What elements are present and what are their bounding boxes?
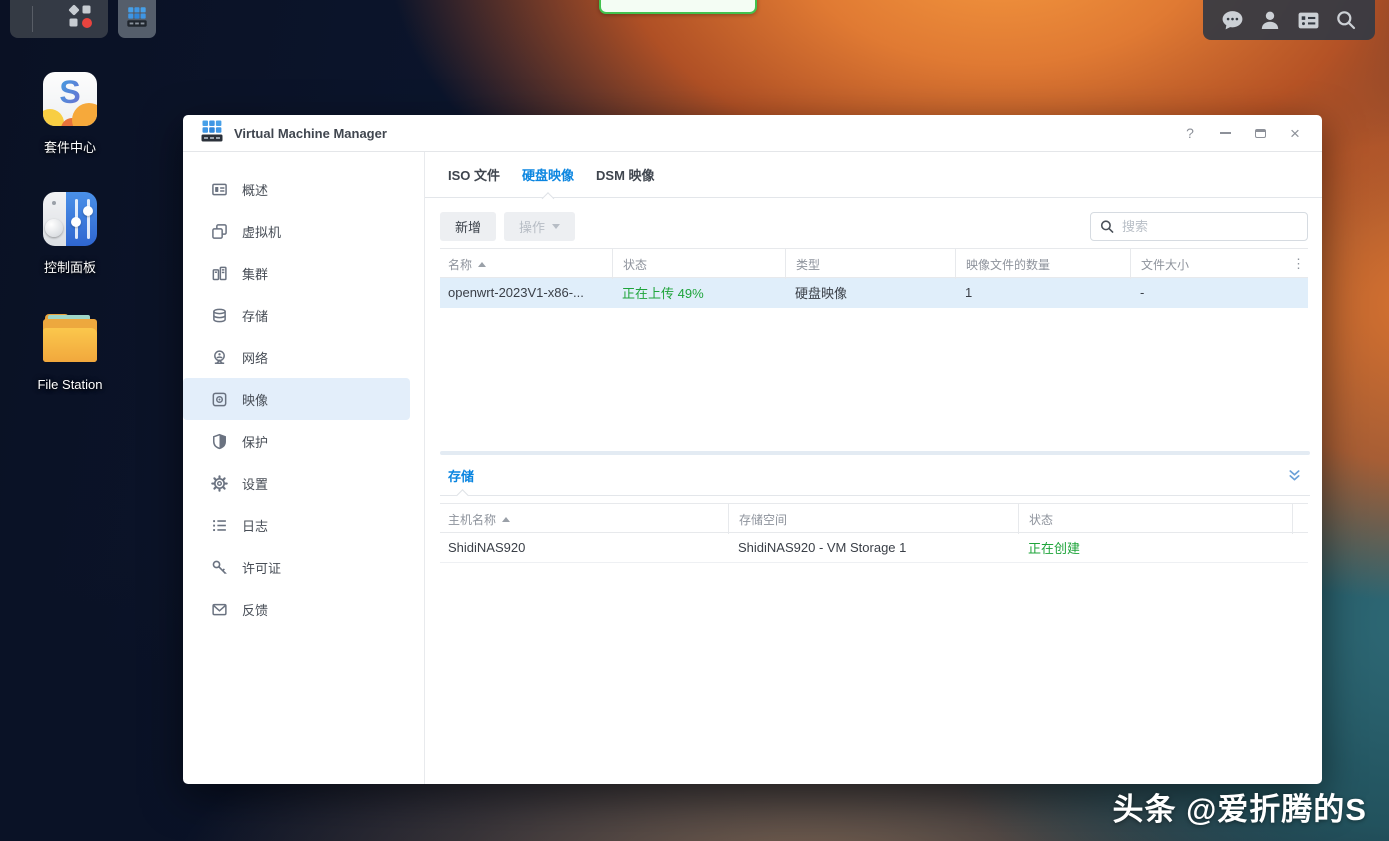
column-header-hostname[interactable]: 主机名称: [440, 504, 728, 534]
widgets-icon[interactable]: [1291, 3, 1325, 37]
sidebar-item-virtual-machine[interactable]: 虚拟机: [183, 210, 410, 252]
storage-section-header: 存储: [440, 456, 1310, 496]
double-chevron-down-icon[interactable]: [1287, 468, 1302, 483]
cluster-icon: [211, 265, 228, 282]
taskbar-divider: [32, 6, 33, 32]
cell-status: 正在创建: [1018, 538, 1292, 557]
storage-table: 主机名称 存储空间 状态 ShidiNAS920 ShidiNAS920 - V…: [440, 503, 1308, 563]
cell-status: 正在上传 49%: [612, 283, 785, 302]
storage-icon: [211, 307, 228, 324]
feedback-icon: [211, 601, 228, 618]
table-row[interactable]: ShidiNAS920 ShidiNAS920 - VM Storage 1 正…: [440, 533, 1308, 563]
desktop-icon-package-center[interactable]: S 套件中心: [18, 70, 122, 156]
sidebar: 概述 虚拟机 集群 存储 网络 映像 保护 设置: [183, 152, 425, 784]
table-row[interactable]: openwrt-2023V1-x86-... 正在上传 49% 硬盘映像 1 -: [440, 278, 1308, 308]
protection-icon: [211, 433, 228, 450]
column-options-icon[interactable]: ⋮: [1292, 262, 1311, 266]
license-icon: [211, 559, 228, 576]
main-menu-icon[interactable]: [67, 3, 94, 35]
taskbar-tray-group: [1203, 0, 1375, 40]
tab-dsm-image[interactable]: DSM 映像: [596, 151, 655, 198]
sidebar-item-feedback[interactable]: 反馈: [183, 588, 410, 630]
settings-icon: [211, 475, 228, 492]
cell-hostname: ShidiNAS920: [440, 540, 728, 555]
column-header-type[interactable]: 类型: [785, 249, 955, 279]
chevron-down-icon: [552, 224, 560, 229]
sidebar-item-logs[interactable]: 日志: [183, 504, 410, 546]
logs-icon: [211, 517, 228, 534]
main-content: ISO 文件 硬盘映像 DSM 映像 新增 操作 名称 状态 类型 映像文件的数…: [425, 152, 1322, 784]
action-dropdown-button[interactable]: 操作: [504, 212, 575, 241]
cell-type: 硬盘映像: [785, 283, 955, 302]
desktop-icon-label: File Station: [18, 377, 122, 392]
sidebar-item-network[interactable]: 网络: [183, 336, 410, 378]
column-header-spacer: [1292, 504, 1308, 534]
column-header-status[interactable]: 状态: [612, 249, 785, 279]
search-icon[interactable]: [1329, 3, 1363, 37]
sort-ascending-icon: [478, 262, 486, 267]
window-titlebar[interactable]: Virtual Machine Manager ? ×: [183, 115, 1322, 152]
control-panel-icon: [41, 190, 99, 248]
column-header-size[interactable]: 文件大小: [1130, 249, 1292, 279]
vmm-app-icon: [125, 5, 149, 34]
sidebar-item-license[interactable]: 许可证: [183, 546, 410, 588]
tab-bar: ISO 文件 硬盘映像 DSM 映像: [425, 152, 1322, 198]
user-options-icon[interactable]: [1253, 3, 1287, 37]
watermark-text: 头条 @爱折腾的S: [1112, 784, 1367, 829]
window-title: Virtual Machine Manager: [234, 126, 387, 141]
pane-splitter[interactable]: [440, 451, 1310, 455]
disk-table-header: 名称 状态 类型 映像文件的数量 文件大小 ⋮: [440, 248, 1308, 278]
column-header-name[interactable]: 名称: [440, 249, 612, 279]
sidebar-item-storage[interactable]: 存储: [183, 294, 410, 336]
vmm-window-icon: [199, 118, 225, 149]
cell-count: 1: [955, 285, 1130, 300]
image-icon: [211, 391, 228, 408]
tab-disk-image[interactable]: 硬盘映像: [522, 151, 574, 198]
virtual-machine-icon: [211, 223, 228, 240]
desktop-icon-label: 控制面板: [18, 257, 122, 276]
maximize-button[interactable]: [1253, 126, 1267, 140]
close-button[interactable]: ×: [1288, 126, 1302, 140]
cell-name: openwrt-2023V1-x86-...: [440, 285, 612, 300]
cell-size: -: [1130, 285, 1292, 300]
column-header-count[interactable]: 映像文件的数量: [955, 249, 1130, 279]
desktop-icon-control-panel[interactable]: 控制面板: [18, 190, 122, 276]
package-center-icon: S: [41, 70, 99, 128]
sort-ascending-icon: [502, 517, 510, 522]
cell-storage-space: ShidiNAS920 - VM Storage 1: [728, 540, 1018, 555]
network-icon: [211, 349, 228, 366]
vmm-window: Virtual Machine Manager ? × 概述 虚拟机 集群 存储…: [183, 115, 1322, 784]
taskbar-main-menu-group[interactable]: [10, 0, 108, 38]
sidebar-item-cluster[interactable]: 集群: [183, 252, 410, 294]
notifications-icon[interactable]: [1215, 3, 1249, 37]
desktop-icon-file-station[interactable]: File Station: [18, 310, 122, 392]
taskbar-vmm-app-button[interactable]: [118, 0, 156, 38]
desktop-icon-label: 套件中心: [18, 137, 122, 156]
storage-section-title[interactable]: 存储: [448, 466, 474, 485]
sidebar-item-image[interactable]: 映像: [183, 378, 410, 420]
sidebar-item-overview[interactable]: 概述: [183, 168, 410, 210]
column-header-storage-space[interactable]: 存储空间: [728, 504, 1018, 534]
column-header-status[interactable]: 状态: [1018, 504, 1292, 534]
search-icon: [1100, 219, 1114, 234]
help-button[interactable]: ?: [1183, 126, 1197, 140]
disk-image-table: 名称 状态 类型 映像文件的数量 文件大小 ⋮ openwrt-2023V1-x…: [440, 248, 1308, 308]
search-box[interactable]: [1090, 212, 1308, 241]
overview-icon: [211, 181, 228, 198]
minimize-button[interactable]: [1218, 126, 1232, 140]
sidebar-item-protection[interactable]: 保护: [183, 420, 410, 462]
add-button[interactable]: 新增: [440, 212, 496, 241]
file-station-icon: [41, 310, 99, 368]
sidebar-item-settings[interactable]: 设置: [183, 462, 410, 504]
toolbar: 新增 操作: [440, 211, 1308, 241]
search-input[interactable]: [1122, 219, 1298, 234]
toast-notification: [599, 0, 757, 14]
storage-table-header: 主机名称 存储空间 状态: [440, 503, 1308, 533]
tab-iso-files[interactable]: ISO 文件: [448, 151, 500, 198]
